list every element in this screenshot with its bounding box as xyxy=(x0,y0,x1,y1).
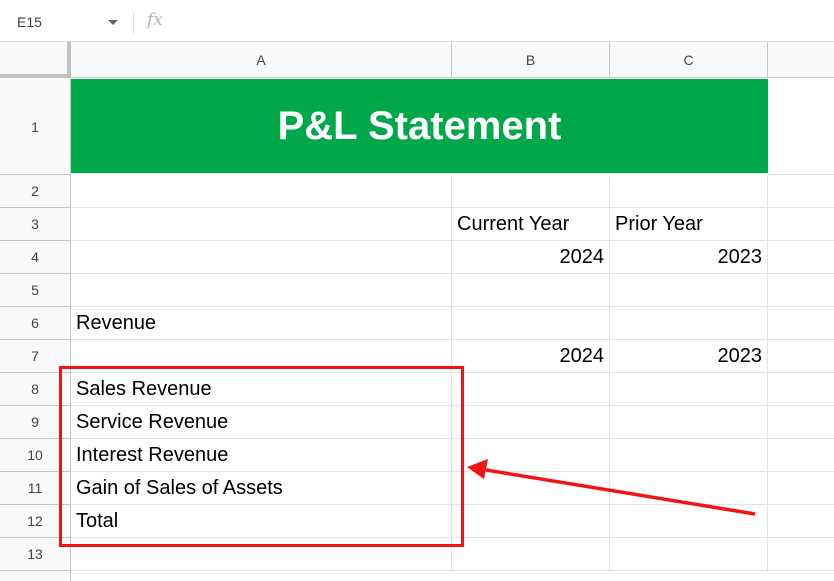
grid-cell[interactable] xyxy=(452,274,610,307)
cell-a9[interactable]: Service Revenue xyxy=(71,406,452,439)
grid-cell[interactable] xyxy=(452,505,610,538)
grid-cell[interactable] xyxy=(610,439,768,472)
grid-cell[interactable] xyxy=(768,340,834,373)
name-box-value: E15 xyxy=(17,14,42,30)
row-header-14[interactable] xyxy=(0,571,71,581)
grid-cell[interactable] xyxy=(71,274,452,307)
grid-cell[interactable] xyxy=(768,406,834,439)
cell-a8[interactable]: Sales Revenue xyxy=(71,373,452,406)
cell-a11[interactable]: Gain of Sales of Assets xyxy=(71,472,452,505)
grid-cell[interactable] xyxy=(768,274,834,307)
select-all-corner[interactable] xyxy=(0,42,71,78)
grid-cell[interactable] xyxy=(610,472,768,505)
row-header-8[interactable]: 8 xyxy=(0,373,71,406)
grid-cell[interactable] xyxy=(452,307,610,340)
title-cell[interactable]: P&L Statement xyxy=(71,79,768,174)
grid-cell[interactable] xyxy=(610,274,768,307)
grid-cell[interactable] xyxy=(452,439,610,472)
spreadsheet-grid: A B C 1 2 3 4 5 6 7 8 9 10 11 12 13 P&L … xyxy=(0,42,834,581)
column-header-b[interactable]: B xyxy=(452,42,610,78)
grid-cell[interactable] xyxy=(71,538,452,571)
grid-cell[interactable] xyxy=(768,208,834,241)
column-header-d[interactable] xyxy=(768,42,834,78)
row-header-2[interactable]: 2 xyxy=(0,175,71,208)
grid-cell[interactable] xyxy=(452,406,610,439)
grid-cell[interactable] xyxy=(768,373,834,406)
grid-cell[interactable] xyxy=(452,472,610,505)
grid-cell[interactable] xyxy=(610,505,768,538)
row-header-11[interactable]: 11 xyxy=(0,472,71,505)
cell-c7[interactable]: 2023 xyxy=(610,340,768,373)
row-header-9[interactable]: 9 xyxy=(0,406,71,439)
grid-cell[interactable] xyxy=(71,340,452,373)
cell-d1[interactable] xyxy=(768,79,834,175)
chevron-down-icon[interactable] xyxy=(108,20,118,25)
row-header-10[interactable]: 10 xyxy=(0,439,71,472)
grid-cell[interactable] xyxy=(71,175,452,208)
cell-b7[interactable]: 2024 xyxy=(452,340,610,373)
grid-cell[interactable] xyxy=(452,373,610,406)
cell-a10[interactable]: Interest Revenue xyxy=(71,439,452,472)
cell-c4[interactable]: 2023 xyxy=(610,241,768,274)
divider xyxy=(133,12,134,34)
row-header-13[interactable]: 13 xyxy=(0,538,71,571)
row-header-5[interactable]: 5 xyxy=(0,274,71,307)
row-header-12[interactable]: 12 xyxy=(0,505,71,538)
cell-c3[interactable]: Prior Year xyxy=(610,208,768,241)
grid-cell[interactable] xyxy=(610,307,768,340)
grid-cell[interactable] xyxy=(610,538,768,571)
grid-cell[interactable] xyxy=(768,307,834,340)
cell-b4[interactable]: 2024 xyxy=(452,241,610,274)
grid-cell[interactable] xyxy=(610,373,768,406)
row-header-3[interactable]: 3 xyxy=(0,208,71,241)
cell-a6[interactable]: Revenue xyxy=(71,307,452,340)
grid-cell[interactable] xyxy=(610,406,768,439)
cell-a12[interactable]: Total xyxy=(71,505,452,538)
grid-cell[interactable] xyxy=(71,241,452,274)
grid-cell[interactable] xyxy=(768,538,834,571)
column-header-a[interactable]: A xyxy=(71,42,452,78)
grid-cell[interactable] xyxy=(452,175,610,208)
grid-cell[interactable] xyxy=(768,175,834,208)
row-header-4[interactable]: 4 xyxy=(0,241,71,274)
grid-cell[interactable] xyxy=(768,472,834,505)
column-header-c[interactable]: C xyxy=(610,42,768,78)
grid-cell[interactable] xyxy=(768,505,834,538)
fx-icon: fx xyxy=(147,10,163,30)
grid-cell[interactable] xyxy=(71,208,452,241)
grid-cell[interactable] xyxy=(768,241,834,274)
grid-cell[interactable] xyxy=(768,439,834,472)
cell-b3[interactable]: Current Year xyxy=(452,208,610,241)
row-header-6[interactable]: 6 xyxy=(0,307,71,340)
grid-cell[interactable] xyxy=(452,538,610,571)
row-header-7[interactable]: 7 xyxy=(0,340,71,373)
grid-cell[interactable] xyxy=(610,175,768,208)
name-box[interactable]: E15 xyxy=(0,6,132,38)
row-header-1[interactable]: 1 xyxy=(0,79,71,175)
formula-bar: E15 fx xyxy=(0,0,834,42)
